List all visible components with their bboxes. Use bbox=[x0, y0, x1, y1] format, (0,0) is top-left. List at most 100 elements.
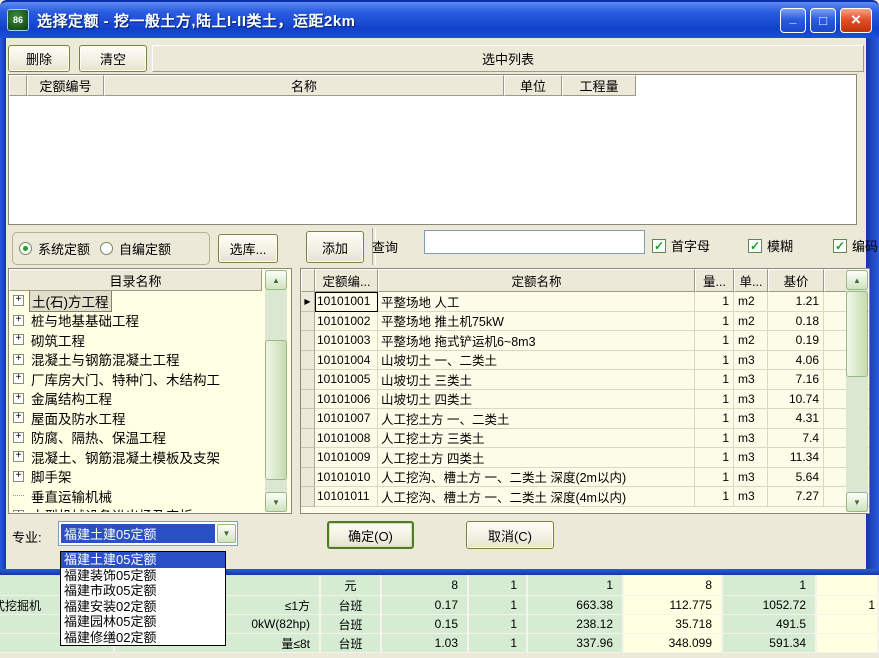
close-icon: × bbox=[851, 10, 861, 30]
chevron-down-icon[interactable]: ▼ bbox=[217, 524, 236, 543]
scroll-down-icon[interactable]: ▼ bbox=[846, 492, 868, 512]
expand-icon[interactable]: + bbox=[13, 451, 24, 462]
quota-row[interactable]: 10101007 人工挖土方 一、二类土 1 m3 4.31 bbox=[301, 409, 869, 429]
cancel-button[interactable]: 取消(C) bbox=[466, 521, 554, 549]
ok-button[interactable]: 确定(O) bbox=[327, 521, 414, 549]
quota-row[interactable]: 10101011 人工挖沟、槽土方 一、二类土 深度(4m以内) 1 m3 7.… bbox=[301, 487, 869, 507]
delete-button[interactable]: 删除 bbox=[8, 45, 70, 72]
custom-quota-radio[interactable] bbox=[100, 242, 113, 255]
expand-icon[interactable]: + bbox=[13, 334, 24, 345]
tree-item[interactable]: +厂库房大门、特种门、木结构工 bbox=[9, 369, 262, 389]
catalog-tree: +土(石)方工程 +桩与地基基础工程 +砌筑工程 +混凝土与钢筋混凝土工程 +厂… bbox=[9, 291, 262, 512]
dropdown-option[interactable]: 福建市政05定额 bbox=[61, 583, 225, 599]
selected-list-title: 选中列表 bbox=[152, 45, 864, 72]
tree-item[interactable]: +砌筑工程 bbox=[9, 330, 262, 350]
tree-item[interactable]: +混凝土与钢筋混凝土工程 bbox=[9, 350, 262, 370]
expand-icon[interactable]: + bbox=[13, 373, 24, 384]
column-header-code: 定额编号 bbox=[27, 75, 104, 96]
tree-item[interactable]: +大型机械设备进出场及安拆 bbox=[9, 506, 262, 513]
selected-list[interactable]: 定额编号 名称 单位 工程量 bbox=[8, 74, 857, 225]
query-input[interactable] bbox=[424, 230, 645, 254]
quota-row[interactable]: ▶ 10101001 平整场地 人工 1 m2 1.21 bbox=[301, 292, 869, 312]
profession-dropdown-list: 福建土建05定额 福建装饰05定额 福建市政05定额 福建安装02定额 福建园林… bbox=[60, 551, 226, 646]
expand-icon[interactable]: + bbox=[13, 354, 24, 365]
quota-row[interactable]: 10101003 平整场地 拖式铲运机6~8m3 1 m2 0.19 bbox=[301, 331, 869, 351]
add-button[interactable]: 添加 bbox=[306, 231, 364, 263]
custom-quota-label: 自编定额 bbox=[119, 239, 171, 258]
maximize-icon: □ bbox=[819, 13, 827, 28]
check-icon: ✓ bbox=[750, 239, 760, 253]
dropdown-option[interactable]: 福建装饰05定额 bbox=[61, 568, 225, 584]
column-header-price: 基价 bbox=[768, 269, 824, 292]
expand-icon[interactable]: + bbox=[13, 393, 24, 404]
first-letter-checkbox[interactable]: ✓ bbox=[652, 239, 666, 253]
expand-icon[interactable]: + bbox=[13, 471, 24, 482]
quota-row[interactable]: 10101009 人工挖土方 四类土 1 m3 11.34 bbox=[301, 448, 869, 468]
dialog-border-left bbox=[0, 38, 6, 569]
tree-item[interactable]: +防腐、隔热、保温工程 bbox=[9, 428, 262, 448]
title-bar[interactable]: 86 选择定额 - 挖一般土方,陆上I-II类土，运距2km _ □ × bbox=[0, 0, 879, 38]
profession-combobox[interactable]: 福建土建05定额 ▼ bbox=[58, 521, 238, 546]
code-checkbox-group: ✓ 编码 bbox=[833, 236, 878, 255]
tree-item[interactable]: +屋面及防水工程 bbox=[9, 408, 262, 428]
dropdown-option[interactable]: 福建修缮02定额 bbox=[61, 630, 225, 646]
column-header-unit: 单... bbox=[734, 269, 768, 292]
select-library-button[interactable]: 选库... bbox=[218, 234, 278, 263]
code-checkbox[interactable]: ✓ bbox=[833, 239, 847, 253]
expand-icon[interactable]: + bbox=[13, 412, 24, 423]
column-header-unit: 单位 bbox=[504, 75, 562, 96]
expand-icon[interactable]: + bbox=[13, 315, 24, 326]
column-header-qty: 量... bbox=[695, 269, 734, 292]
app-icon: 86 bbox=[7, 9, 29, 31]
close-button[interactable]: × bbox=[840, 8, 872, 33]
minimize-icon: _ bbox=[789, 10, 796, 25]
dropdown-option[interactable]: 福建土建05定额 bbox=[61, 552, 225, 568]
fuzzy-checkbox[interactable]: ✓ bbox=[748, 239, 762, 253]
quota-row[interactable]: 10101004 山坡切土 一、二类土 1 m3 4.06 bbox=[301, 351, 869, 371]
first-letter-label: 首字母 bbox=[671, 236, 710, 255]
scroll-down-icon[interactable]: ▼ bbox=[265, 492, 287, 512]
tree-item[interactable]: +混凝土、钢筋混凝土模板及支架 bbox=[9, 447, 262, 467]
scroll-up-icon[interactable]: ▲ bbox=[265, 270, 287, 290]
tree-scrollbar[interactable]: ▲ ▼ bbox=[265, 270, 287, 512]
column-header-quantity: 工程量 bbox=[562, 75, 636, 96]
maximize-button[interactable]: □ bbox=[810, 8, 836, 33]
system-quota-label: 系统定额 bbox=[38, 239, 90, 258]
tree-connector bbox=[13, 495, 24, 496]
tree-item[interactable]: +桩与地基基础工程 bbox=[9, 311, 262, 331]
dropdown-option[interactable]: 福建安装02定额 bbox=[61, 599, 225, 615]
tree-scrollbar-thumb[interactable] bbox=[265, 340, 287, 480]
screen: 元 8 1 1 8 1 式挖掘机 ≤1方 台班 0.17 1 663.38 11… bbox=[0, 0, 879, 658]
fuzzy-label: 模糊 bbox=[767, 236, 793, 255]
combobox-value: 福建土建05定额 bbox=[61, 524, 215, 543]
clear-button[interactable]: 清空 bbox=[79, 45, 147, 72]
column-header-name: 名称 bbox=[104, 75, 504, 96]
expand-icon[interactable]: + bbox=[13, 510, 24, 512]
quota-row[interactable]: 10101008 人工挖土方 三类土 1 m3 7.4 bbox=[301, 429, 869, 449]
scroll-up-icon[interactable]: ▲ bbox=[846, 270, 868, 290]
dropdown-option[interactable]: 福建园林05定额 bbox=[61, 614, 225, 630]
quota-row[interactable]: 10101010 人工挖沟、槽土方 一、二类土 深度(2m以内) 1 m3 5.… bbox=[301, 468, 869, 488]
quota-table-header: 定额编... 定额名称 量... 单... 基价 bbox=[301, 269, 869, 292]
check-icon: ✓ bbox=[654, 239, 664, 253]
tree-item[interactable]: +土(石)方工程 bbox=[9, 291, 262, 311]
tree-item[interactable]: +金属结构工程 bbox=[9, 389, 262, 409]
system-quota-radio[interactable] bbox=[19, 242, 32, 255]
quota-scrollbar-thumb[interactable] bbox=[846, 291, 868, 377]
tree-item[interactable]: +脚手架 bbox=[9, 467, 262, 487]
row-marker-icon: ▶ bbox=[301, 292, 315, 312]
minimize-button[interactable]: _ bbox=[780, 8, 806, 33]
quota-row[interactable]: 10101005 山坡切土 三类土 1 m3 7.16 bbox=[301, 370, 869, 390]
quota-row[interactable]: 10101002 平整场地 推土机75kW 1 m2 0.18 bbox=[301, 312, 869, 332]
expand-icon[interactable]: + bbox=[13, 295, 24, 306]
column-header-filler bbox=[824, 269, 847, 292]
expand-icon[interactable]: + bbox=[13, 432, 24, 443]
fuzzy-checkbox-group: ✓ 模糊 bbox=[748, 236, 793, 255]
tree-item[interactable]: 垂直运输机械 bbox=[9, 486, 262, 506]
column-header-marker bbox=[9, 75, 27, 96]
quota-row[interactable]: 10101006 山坡切土 四类土 1 m3 10.74 bbox=[301, 390, 869, 410]
quota-scrollbar[interactable]: ▲ ▼ bbox=[846, 270, 868, 512]
check-icon: ✓ bbox=[835, 239, 845, 253]
column-header-marker bbox=[301, 269, 315, 292]
quota-table-body: ▶ 10101001 平整场地 人工 1 m2 1.21 10101002 平整… bbox=[301, 292, 869, 507]
